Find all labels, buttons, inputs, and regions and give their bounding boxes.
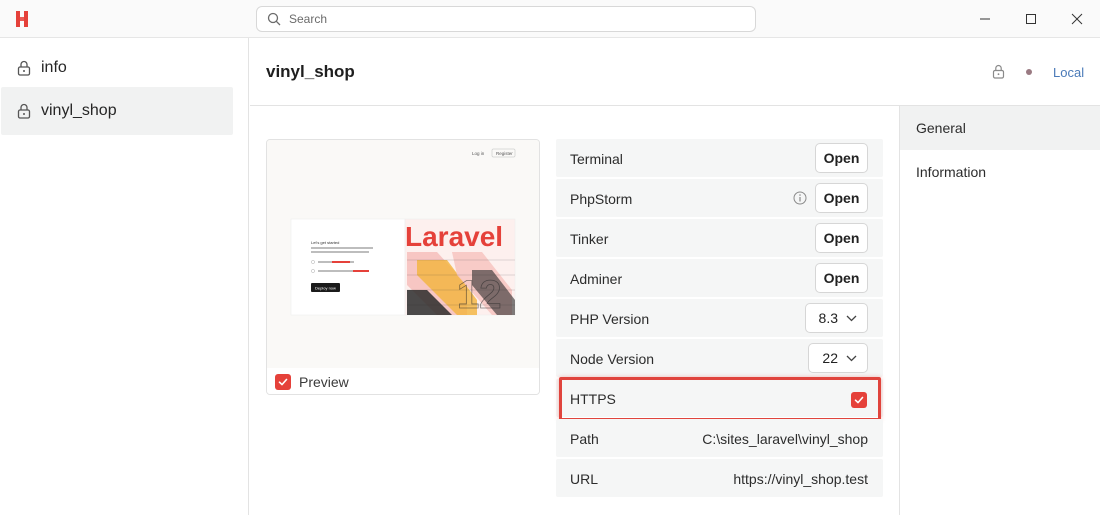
search-placeholder[interactable]: Search: [289, 12, 327, 26]
https-label: HTTPS: [570, 391, 616, 407]
site-header: vinyl_shop Local: [250, 38, 1100, 106]
preview-login-text: Log in: [472, 151, 485, 156]
path-value: C:\sites_laravel\vinyl_shop: [702, 431, 868, 447]
checkmark-icon: [854, 396, 864, 404]
open-phpstorm-button[interactable]: Open: [815, 183, 868, 213]
status-dot: [1026, 69, 1032, 75]
open-tinker-button[interactable]: Open: [815, 223, 868, 253]
php-version-row: PHP Version 8.3: [556, 299, 883, 337]
close-button[interactable]: [1054, 0, 1100, 38]
search-box[interactable]: Search: [256, 6, 756, 32]
detail-tabs-panel: General Information: [899, 106, 1100, 515]
phpstorm-row: PhpStorm Open: [556, 179, 883, 217]
page-title: vinyl_shop: [266, 62, 355, 81]
tab-information[interactable]: Information: [900, 150, 1100, 194]
open-adminer-button[interactable]: Open: [815, 263, 868, 293]
preview-brand-text: Laravel: [405, 221, 503, 252]
path-row: Path C:\sites_laravel\vinyl_shop: [556, 419, 883, 457]
sidebar-item-label: info: [41, 59, 67, 76]
sidebar-item-vinyl-shop[interactable]: vinyl_shop: [1, 87, 233, 135]
preview-label: Preview: [299, 373, 349, 390]
preview-register-text: Register: [496, 151, 513, 156]
node-version-row: Node Version 22: [556, 339, 883, 377]
phpstorm-label: PhpStorm: [570, 191, 633, 207]
minimize-icon: [980, 18, 990, 20]
preview-version-text: 12: [457, 273, 502, 317]
close-icon: [1071, 13, 1083, 25]
chevron-down-icon: [846, 315, 857, 321]
preview-checkbox[interactable]: [275, 373, 291, 390]
maximize-icon: [1026, 14, 1036, 24]
php-version-select[interactable]: 8.3: [804, 303, 868, 333]
https-checkbox[interactable]: [851, 392, 867, 408]
sites-sidebar: info vinyl_shop: [0, 38, 249, 515]
preview-toggle[interactable]: Preview: [267, 368, 539, 394]
url-label: URL: [570, 471, 599, 487]
node-version-select[interactable]: 22: [808, 343, 868, 373]
node-version-label: Node Version: [570, 351, 655, 367]
lock-icon: [17, 60, 31, 76]
info-icon[interactable]: [793, 191, 807, 205]
preview-image: Log in Register Let's get started Deploy…: [267, 140, 539, 368]
chevron-down-icon: [846, 355, 857, 361]
node-version-value: 22: [822, 350, 838, 366]
open-terminal-button[interactable]: Open: [815, 143, 868, 173]
environment-link[interactable]: Local: [1053, 65, 1084, 80]
sidebar-item-label: vinyl_shop: [41, 102, 117, 119]
terminal-row: Terminal Open: [556, 139, 883, 177]
path-label: Path: [570, 431, 599, 447]
preview-heading-text: Let's get started: [311, 240, 339, 245]
https-row: HTTPS: [556, 379, 883, 417]
lock-icon[interactable]: [992, 64, 1005, 79]
php-version-label: PHP Version: [570, 311, 650, 327]
title-bar: Search: [0, 0, 1100, 38]
tinker-row: Tinker Open: [556, 219, 883, 257]
adminer-label: Adminer: [570, 271, 623, 287]
maximize-button[interactable]: [1008, 0, 1054, 38]
lock-icon: [17, 103, 31, 119]
site-preview-thumbnail: Log in Register Let's get started Deploy…: [267, 140, 539, 368]
herd-logo-icon: [16, 11, 28, 27]
preview-card: Log in Register Let's get started Deploy…: [266, 139, 540, 395]
url-row: URL https://vinyl_shop.test: [556, 459, 883, 497]
tab-general[interactable]: General: [900, 106, 1100, 150]
adminer-row: Adminer Open: [556, 259, 883, 297]
tinker-label: Tinker: [570, 231, 609, 247]
minimize-button[interactable]: [962, 0, 1008, 38]
sidebar-item-info[interactable]: info: [1, 44, 233, 92]
php-version-value: 8.3: [818, 310, 838, 326]
search-icon: [267, 12, 281, 26]
url-value[interactable]: https://vinyl_shop.test: [733, 471, 868, 487]
preview-deploy-button-text: Deploy now: [315, 286, 336, 291]
checkmark-icon: [278, 378, 288, 385]
terminal-label: Terminal: [570, 151, 623, 167]
